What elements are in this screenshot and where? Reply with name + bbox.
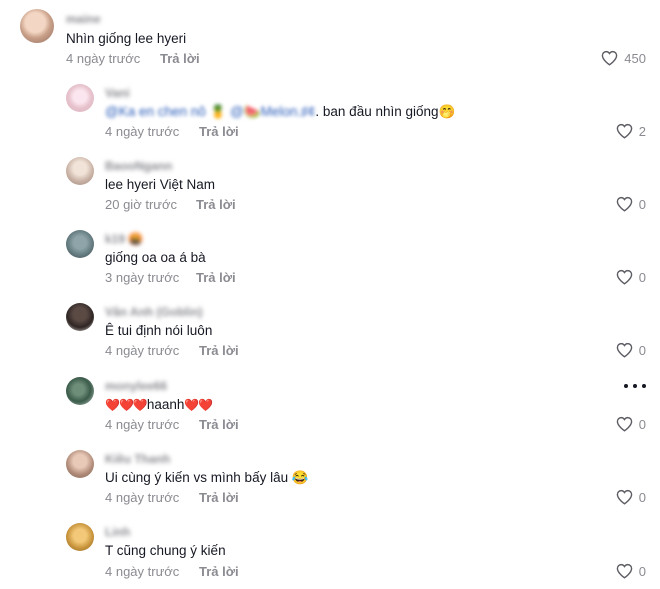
like-count: 0 xyxy=(638,269,646,285)
dot xyxy=(633,384,637,388)
heart-icon xyxy=(616,196,633,212)
like-button[interactable]: 0 xyxy=(616,269,646,285)
reply-text: lee hyeri Việt Nam xyxy=(105,177,216,192)
like-button[interactable]: 0 xyxy=(616,342,646,358)
reply-username[interactable]: Linh xyxy=(105,525,130,539)
reply-button[interactable]: Trả lời xyxy=(199,124,239,139)
avatar[interactable] xyxy=(66,450,94,478)
reply-text: Ui cùng ý kiến vs mình bấy lâu 😂 xyxy=(105,470,309,485)
reply-button[interactable]: Trả lời xyxy=(199,490,239,505)
like-button[interactable]: 0 xyxy=(616,489,646,505)
avatar[interactable] xyxy=(66,303,94,331)
reply-text: @Ka en chen nô 🍍 @🍉Melon.♯¢. ban đầu nhì… xyxy=(105,104,455,120)
reply-text-body: haanh xyxy=(146,397,185,412)
reply-time: 4 ngày trước xyxy=(105,343,180,358)
reply-time: 4 ngày trước xyxy=(105,564,180,579)
like-button[interactable]: 0 xyxy=(616,416,646,432)
reply-username[interactable]: Vani xyxy=(105,86,130,100)
more-options-icon[interactable] xyxy=(624,378,646,394)
reply-username[interactable]: Kiều Thanh xyxy=(105,452,170,466)
reply-time: 20 giờ trước xyxy=(105,197,177,212)
heart-icon xyxy=(616,489,633,505)
heart-emojis: ❤️❤️❤️ xyxy=(105,398,148,412)
comment-username[interactable]: maine xyxy=(66,12,101,26)
like-button[interactable]: 2 xyxy=(616,123,646,139)
heart-emojis: ❤️❤️ xyxy=(184,398,213,412)
like-count: 0 xyxy=(638,489,646,505)
reply-username[interactable]: BaooNgann xyxy=(105,159,172,173)
dot xyxy=(624,384,628,388)
avatar[interactable] xyxy=(66,230,94,258)
avatar[interactable] xyxy=(66,84,94,112)
heart-icon xyxy=(616,563,633,579)
reply-text: Ê tui định nói luôn xyxy=(105,323,213,338)
like-count: 0 xyxy=(638,563,646,579)
like-button[interactable]: 0 xyxy=(616,563,646,579)
reply-username[interactable]: monylee66 xyxy=(105,379,167,393)
reply-button[interactable]: Trả lời xyxy=(196,197,236,212)
reply-text: giống oa oa á bà xyxy=(105,250,206,265)
heart-icon xyxy=(602,50,618,66)
reply-time: 3 ngày trước xyxy=(105,270,180,285)
reply-button[interactable]: Trả lời xyxy=(199,564,239,579)
dot xyxy=(642,384,646,388)
reply-button[interactable]: Trả lời xyxy=(199,343,239,358)
avatar[interactable] xyxy=(20,9,54,43)
mention-link[interactable]: @Ka en chen nô 🍍 xyxy=(105,104,226,119)
reply-time: 4 ngày trước xyxy=(105,417,180,432)
reply-username[interactable]: k19 🤬 xyxy=(105,232,143,246)
like-count: 0 xyxy=(638,342,646,358)
reply-button[interactable]: Trả lời xyxy=(196,270,236,285)
heart-icon xyxy=(616,342,633,358)
reply-button[interactable]: Trả lời xyxy=(160,51,200,66)
like-count: 0 xyxy=(638,416,646,432)
like-count: 2 xyxy=(638,123,646,139)
reply-text: ❤️❤️❤️haanh❤️❤️ xyxy=(105,397,213,412)
like-button[interactable]: 0 xyxy=(616,196,646,212)
comment-time: 4 ngày trước xyxy=(66,51,141,66)
comment-text: Nhìn giống lee hyeri xyxy=(66,31,187,46)
reply-time: 4 ngày trước xyxy=(105,490,180,505)
reply-text-body: . ban đầu nhìn giống🤭 xyxy=(315,104,456,119)
heart-icon xyxy=(616,269,633,285)
reply-text: T cũng chung ý kiến xyxy=(105,543,226,558)
mention-link[interactable]: @🍉Melon.♯¢ xyxy=(230,104,315,119)
like-button[interactable]: 450 xyxy=(601,50,646,66)
avatar[interactable] xyxy=(66,377,94,405)
reply-button[interactable]: Trả lời xyxy=(199,417,239,432)
heart-icon xyxy=(616,123,633,139)
like-count: 0 xyxy=(638,196,646,212)
reply-username[interactable]: Vân Anh (Goblin) xyxy=(105,305,203,319)
like-count: 450 xyxy=(624,50,646,66)
avatar[interactable] xyxy=(66,523,94,551)
reply-time: 4 ngày trước xyxy=(105,124,180,139)
avatar[interactable] xyxy=(66,157,94,185)
heart-icon xyxy=(616,416,633,432)
